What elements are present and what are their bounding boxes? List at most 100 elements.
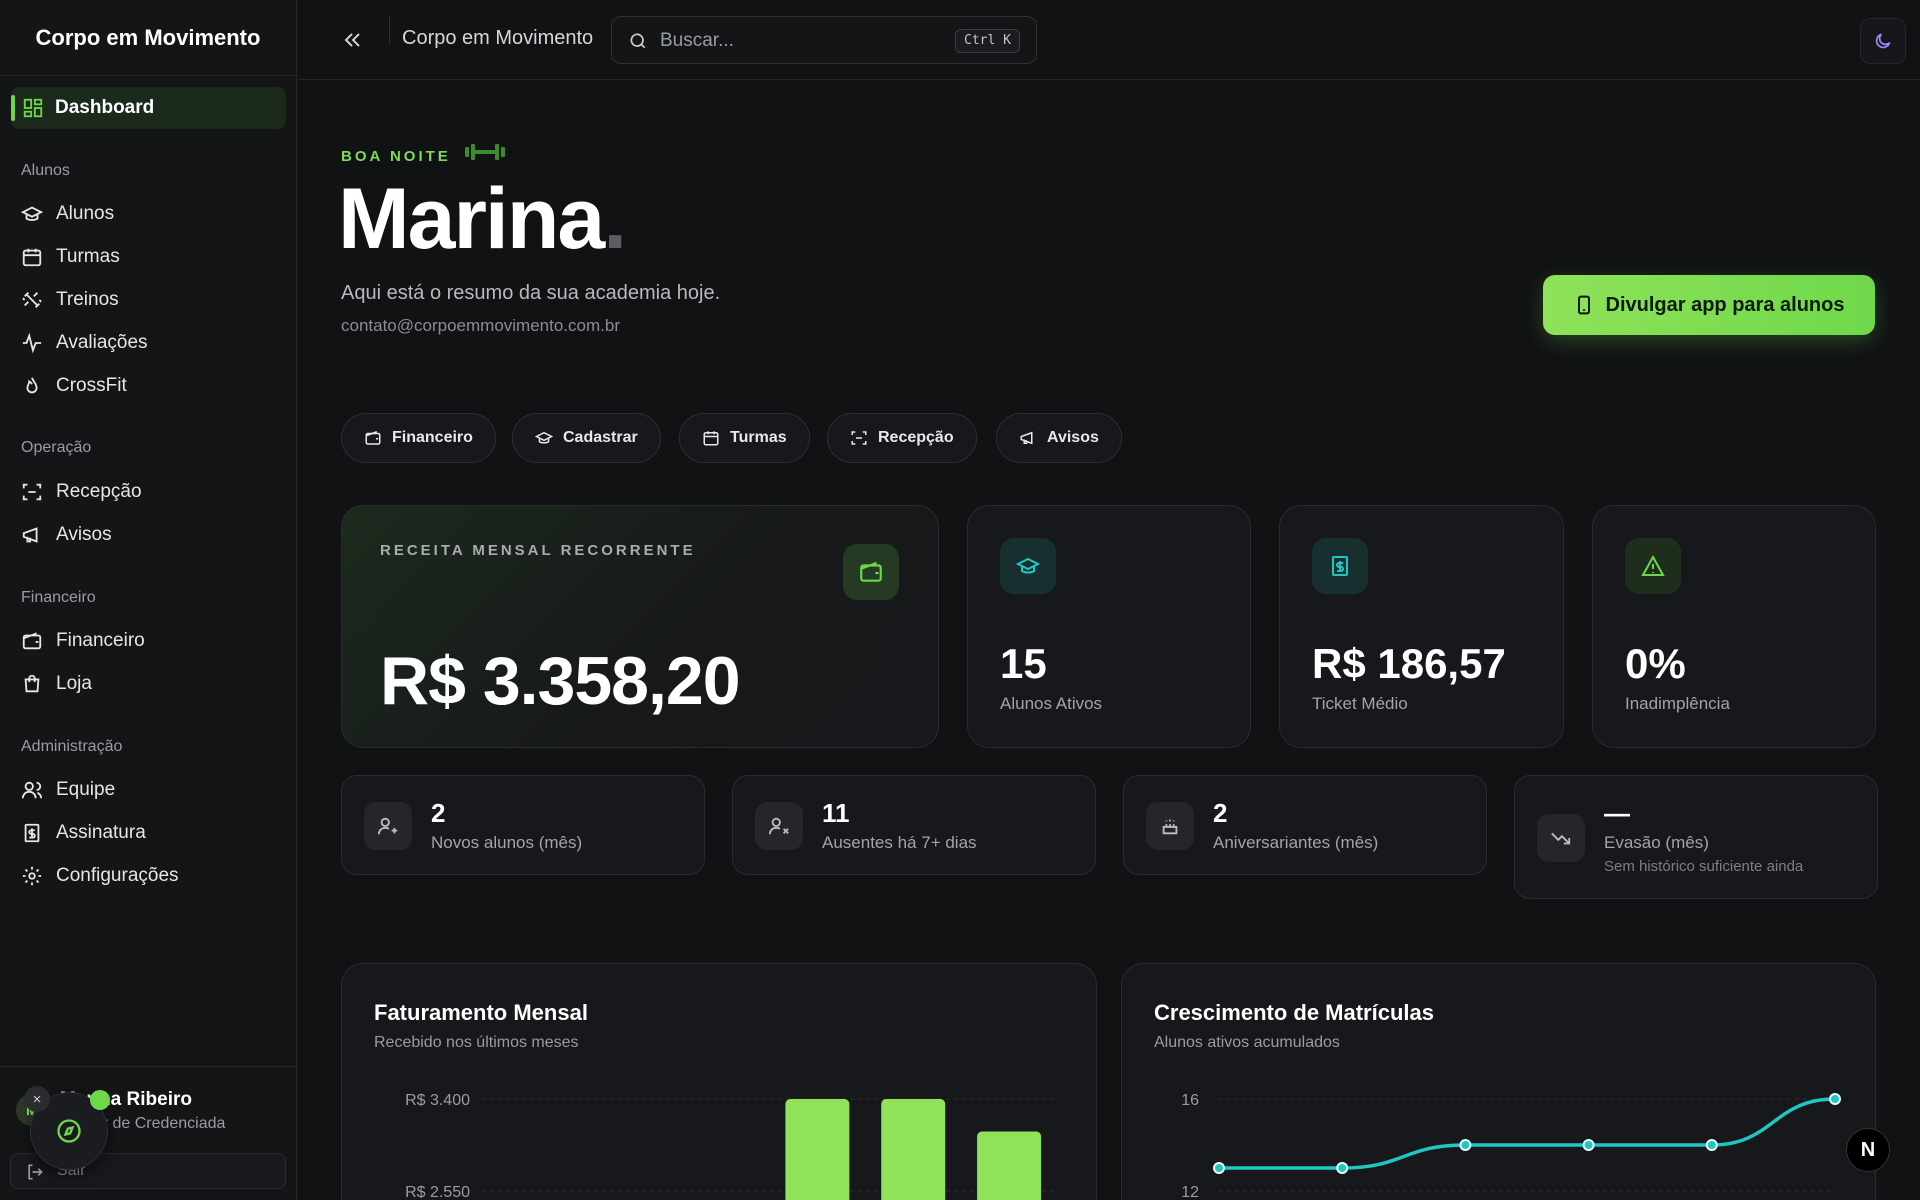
search-placeholder: Buscar... [660,30,734,51]
absent-students-stat: 11 Ausentes há 7+ dias [732,775,1096,875]
user-plus-icon [377,817,398,835]
quick-action-label: Cadastrar [563,429,638,446]
new-students-label: Novos alunos (mês) [431,833,583,852]
birthdays-label: Aniversariantes (mês) [1213,833,1379,852]
graduation-cap-icon [21,206,43,221]
alert-triangle-icon [1641,554,1665,576]
mrr-value: R$ 3.358,20 [380,643,741,719]
quick-action-label: Avisos [1047,429,1099,446]
mrr-label: RECEITA MENSAL RECORRENTE [380,542,696,559]
ticket-icon-box [1312,538,1368,594]
search-input[interactable]: Buscar... Ctrl K [611,16,1037,64]
sidebar-item-recepcao[interactable]: Recepção [11,472,286,512]
sidebar-item-alunos[interactable]: Alunos [11,194,286,234]
title-dot: . [603,171,627,267]
breadcrumb: Corpo em Movimento [402,27,594,49]
scan-icon [851,431,867,445]
trending-down-icon [1551,832,1571,845]
absent-students-label: Ausentes há 7+ dias [822,833,977,852]
status-dot [90,1090,110,1110]
sidebar-item-assinatura[interactable]: Assinatura [11,813,286,853]
wallet-icon [22,632,42,650]
close-icon[interactable]: × [24,1086,50,1112]
ticket-value: R$ 186,57 [1312,640,1506,687]
sidebar-item-turmas[interactable]: Turmas [11,237,286,277]
ticket-card: R$ 186,57 Ticket Médio [1279,505,1564,748]
sidebar-item-label: Alunos [56,203,115,224]
graduation-cap-icon [535,431,553,444]
sidebar-item-label: Recepção [56,481,142,502]
ticket-label: Ticket Médio [1312,694,1408,713]
calendar-icon [22,248,42,267]
growth-point [1829,1093,1841,1105]
share-app-button[interactable]: Divulgar app para alunos [1543,275,1875,335]
sidebar-item-label: Avisos [56,524,112,545]
calendar-icon [703,431,719,446]
default-rate-value: 0% [1625,640,1686,687]
next-dev-badge[interactable]: N [1846,1128,1890,1172]
gear-icon [22,866,42,886]
default-rate-label: Inadimplência [1625,694,1730,713]
brand-title: Corpo em Movimento [0,0,296,76]
scan-icon [22,483,42,501]
activity-icon [22,332,42,354]
sidebar-item-equipe[interactable]: Equipe [11,770,286,810]
sidebar-item-avaliacoes[interactable]: Avaliações [11,323,286,363]
sidebar-item-label: Treinos [56,289,119,310]
quick-action-label: Financeiro [392,429,473,446]
user-first-name: Marina [338,171,605,267]
alert-icon-box [1625,538,1681,594]
sidebar-item-label: Turmas [56,246,120,267]
new-students-stat: 2 Novos alunos (mês) [341,775,705,875]
new-students-value: 2 [431,798,446,828]
y-tick-label: 16 [1181,1092,1199,1109]
sidebar-item-treinos[interactable]: Treinos [11,280,286,320]
active-students-label: Alunos Ativos [1000,694,1103,713]
trending-down-icon-box [1537,814,1585,862]
growth-point [1582,1139,1595,1151]
sidebar-item-configuracoes[interactable]: Configurações [11,856,286,896]
collapse-sidebar-icon[interactable] [340,28,364,52]
sidebar-item-financeiro[interactable]: Financeiro [11,621,286,661]
sidebar-item-label: Loja [56,673,92,694]
sidebar-item-dashboard[interactable]: Dashboard [11,87,286,129]
revenue-chart-card: Faturamento Mensal Recebido nos últimos … [341,963,1097,1200]
sidebar-item-crossfit[interactable]: CrossFit [11,366,286,406]
sidebar-item-label: Configurações [56,865,179,886]
user-x-icon [768,817,789,835]
quick-action-cadastrar[interactable]: Cadastrar [512,413,661,463]
growth-chart: 1612 [1181,1092,1841,1200]
quick-action-avisos[interactable]: Avisos [996,413,1122,463]
growth-point [1459,1139,1472,1151]
sidebar-item-label: CrossFit [56,375,127,396]
shopping-bag-icon [24,674,40,693]
students-icon-box [1000,538,1056,594]
megaphone-icon [1020,431,1033,445]
moon-icon [1875,33,1891,49]
y-tick-label: 12 [1181,1184,1199,1200]
quick-action-turmas[interactable]: Turmas [679,413,810,463]
receipt-icon [1332,556,1348,576]
quick-action-recepcao[interactable]: Recepção [827,413,977,463]
churn-stat: — Evasão (mês) Sem histórico suficiente … [1514,775,1878,899]
growth-point [1705,1139,1718,1151]
page-subtitle: Aqui está o resumo da sua academia hoje. [341,282,721,304]
theme-toggle-button[interactable] [1860,18,1906,64]
sidebar-section-operacao: Operação [21,439,92,456]
dashboard-icon [23,98,43,118]
growth-line [1219,1097,1836,1170]
sidebar-item-avisos[interactable]: Avisos [11,515,286,555]
y-tick-label: R$ 3.400 [405,1092,470,1109]
dumbbell-icon [465,144,505,160]
contact-email: contato@corpoemmovimento.com.br [341,316,620,335]
quick-action-financeiro[interactable]: Financeiro [341,413,496,463]
compass-icon [57,1119,81,1143]
logout-icon [28,1164,43,1180]
growth-chart-card: Crescimento de Matrículas Alunos ativos … [1121,963,1876,1200]
growth-point [1336,1162,1349,1174]
sidebar-item-loja[interactable]: Loja [11,664,286,704]
churn-value: — [1604,798,1630,828]
revenue-chart: R$ 3.400 R$ 2.550 [405,1092,1057,1200]
sidebar-section-financeiro: Financeiro [21,589,96,606]
greeting-kicker: BOA NOITE [341,144,505,165]
